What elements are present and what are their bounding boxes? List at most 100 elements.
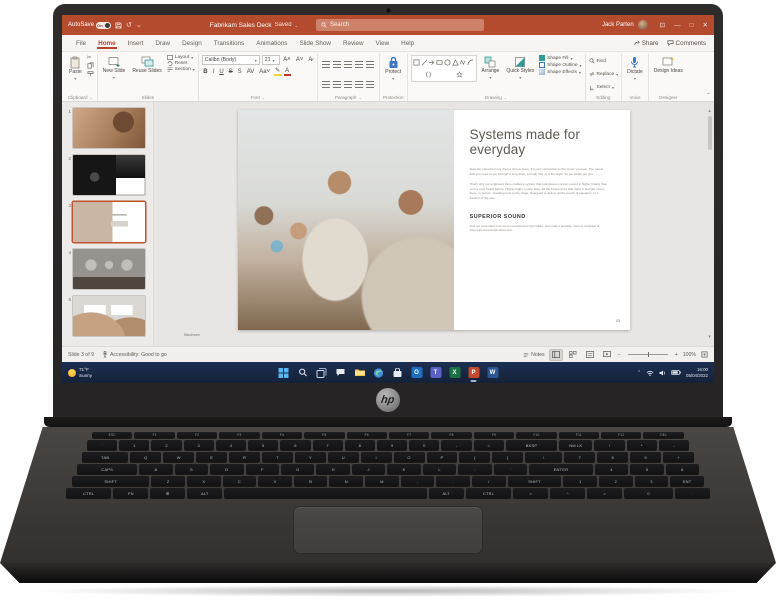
key-r[interactable]: R [229,452,260,462]
justify-icon[interactable] [355,80,364,88]
key--[interactable]: + [663,452,694,462]
font-color-icon[interactable]: A [283,68,291,76]
key-f1[interactable]: F1 [134,432,175,438]
key-s[interactable]: S [174,464,209,474]
key-7[interactable]: 7 [564,452,596,462]
key--[interactable]: ` [87,440,118,450]
outlook-button[interactable]: O [411,367,423,379]
teams-button[interactable]: T [430,367,442,379]
italic-button[interactable]: I [211,69,216,75]
indent-increase-icon[interactable] [355,61,364,69]
key-f2[interactable]: F2 [176,432,218,438]
design-ideas-button[interactable]: Design Ideas [652,55,685,76]
key-9[interactable]: 9 [630,452,662,462]
ribbon-tab[interactable]: Transitions [208,37,251,49]
close-button[interactable]: ✕ [703,21,708,29]
powerpoint-button[interactable]: P [468,367,480,382]
key-6[interactable]: 6 [280,440,311,450]
bullets-icon[interactable] [322,61,331,69]
shapes-gallery[interactable] [410,55,477,82]
word-button[interactable]: W [487,367,499,379]
paste-button[interactable]: Paste ▾ [67,55,84,82]
key-ctrl[interactable]: CTRL [465,488,512,498]
vertical-scrollbar[interactable]: ▴ ▾ [706,108,713,340]
notes-button[interactable]: Notes [523,352,545,358]
key-k[interactable]: K [387,464,421,474]
store-button[interactable] [392,367,404,379]
fit-to-window-icon[interactable] [701,351,708,358]
key--[interactable]: / [594,440,625,450]
key-shift[interactable]: SHIFT [72,476,150,486]
slide-thumbnail[interactable]: 1 [64,108,149,148]
zoom-in-icon[interactable]: + [675,352,678,358]
key-1[interactable]: 1 [119,440,150,450]
key-f6[interactable]: F6 [346,432,387,438]
key-3[interactable]: 3 [634,476,669,486]
find-button[interactable]: Find [588,58,619,64]
key-nm-lk[interactable]: NM LK [559,440,593,450]
file-explorer-button[interactable] [354,367,366,379]
dialog-launcher-icon[interactable]: ⌄ [358,95,361,100]
key-m[interactable]: M [365,476,399,486]
zoom-level[interactable]: 100% [683,352,696,358]
key-8[interactable]: 8 [597,452,629,462]
key-f10[interactable]: F10 [516,432,557,438]
shape-fill-button[interactable]: Shape Fill ▾ [539,55,581,61]
key-8[interactable]: 8 [344,440,375,450]
key-5[interactable]: 5 [248,440,279,450]
columns-icon[interactable] [366,80,375,88]
cut-icon[interactable]: ✂ [87,55,94,61]
key--[interactable]: ] [492,452,524,462]
key-0[interactable]: 0 [624,488,673,498]
key--[interactable]: . [675,488,710,498]
key-e[interactable]: E [196,452,228,462]
key-bksp[interactable]: BKSP [505,440,558,450]
edge-button[interactable] [373,367,385,379]
collapse-ribbon-icon[interactable]: ⌃ [706,92,711,99]
key-z[interactable]: Z [151,476,185,486]
char-spacing-icon[interactable]: AV [245,69,256,75]
key--[interactable]: ; [458,464,492,474]
reuse-slides-button[interactable]: Reuse Slides [130,55,163,76]
ribbon-tab[interactable]: Slide Show [293,37,337,49]
slide-thumbnail[interactable]: 2 [64,155,149,195]
ribbon-tab[interactable]: Help [395,37,420,49]
reading-view-button[interactable] [584,350,596,360]
key-9[interactable]: 9 [376,440,408,450]
shape-outline-button[interactable]: Shape Outline ▾ [539,62,582,68]
key-2[interactable]: 2 [151,440,182,450]
scroll-up-icon[interactable]: ▴ [708,108,711,114]
ribbon-tab[interactable]: Review [337,37,370,49]
zoom-out-icon[interactable]: − [618,352,621,358]
shrink-font-icon[interactable]: A˅ [294,57,305,63]
key-f7[interactable]: F7 [388,432,430,438]
share-button[interactable]: Share [634,40,659,47]
slide-sorter-view-button[interactable] [567,350,579,360]
indent-decrease-icon[interactable] [344,61,353,69]
grow-font-icon[interactable]: A˄ [282,57,293,63]
underline-button[interactable]: U [218,69,225,75]
key-p[interactable]: P [426,452,458,462]
comments-button[interactable]: Comments [667,40,706,47]
taskbar-search-button[interactable] [297,367,309,379]
bold-button[interactable]: B [202,69,209,75]
undo-icon[interactable]: ↺ [126,22,132,29]
key--[interactable]: [ [459,452,491,462]
key-f11[interactable]: F11 [558,432,600,438]
scroll-down-icon[interactable]: ▾ [708,334,711,340]
key-del[interactable]: DEL [643,432,684,438]
key--[interactable]: , [400,476,435,486]
key-j[interactable]: J [351,464,386,474]
reset-button[interactable]: Reset [167,61,195,66]
ribbon-tab[interactable]: Home [92,37,122,49]
dictate-button[interactable]: Dictate ▾ [625,55,645,82]
dialog-launcher-icon[interactable]: ⌄ [504,95,507,100]
key-1[interactable]: 1 [563,476,598,486]
clear-format-icon[interactable]: A̷ [307,57,314,63]
key-t[interactable]: T [261,452,293,462]
key-a[interactable]: A [139,464,173,474]
key-g[interactable]: G [281,464,315,474]
trackpad[interactable] [294,507,482,553]
key-caps[interactable]: CAPS [77,464,138,474]
key--[interactable]: ⊞ [150,488,186,498]
